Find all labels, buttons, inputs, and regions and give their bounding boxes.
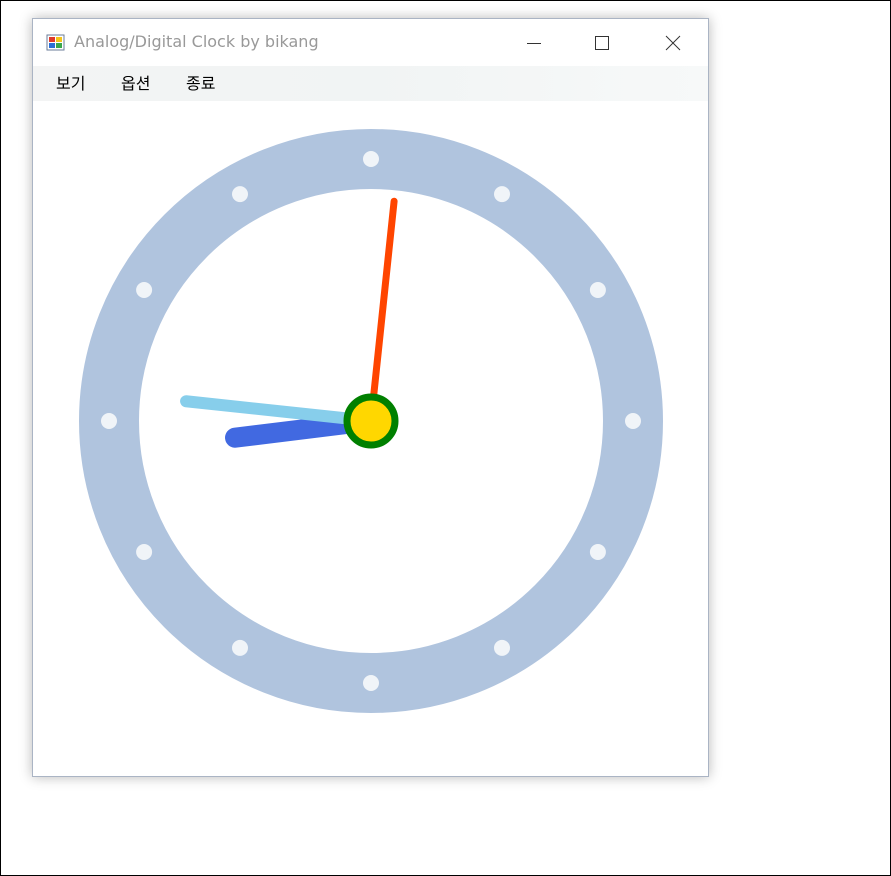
menu-view[interactable]: 보기: [54, 66, 87, 101]
clock-center-pin: [343, 393, 399, 449]
hour-marker: [589, 544, 606, 560]
second-hand: [367, 197, 398, 425]
hour-marker: [494, 639, 510, 656]
hour-marker: [232, 639, 248, 656]
window-title: Analog/Digital Clock by bikang: [74, 32, 319, 51]
hour-marker: [363, 151, 379, 167]
hour-marker: [136, 282, 153, 298]
minimize-button[interactable]: [511, 19, 557, 66]
hour-marker: [589, 282, 606, 298]
close-icon: [665, 35, 681, 50]
hour-marker: [363, 675, 379, 691]
clock-area: [33, 101, 708, 776]
maximize-button[interactable]: [579, 19, 625, 66]
close-button[interactable]: [650, 19, 696, 66]
hour-marker: [494, 186, 510, 203]
hour-marker: [232, 186, 248, 203]
windows-forms-app-icon: [46, 34, 65, 51]
maximize-icon: [595, 35, 609, 50]
menu-options[interactable]: 옵션: [119, 66, 152, 101]
title-bar[interactable]: Analog/Digital Clock by bikang: [33, 19, 708, 66]
hour-marker: [625, 413, 641, 429]
minute-hand: [180, 395, 377, 427]
menu-exit[interactable]: 종료: [184, 66, 217, 101]
menu-bar: 보기 옵션 종료: [33, 66, 708, 101]
analog-clock: [79, 129, 663, 713]
hour-marker: [101, 413, 117, 429]
minimize-icon: [527, 42, 541, 44]
clock-window: Analog/Digital Clock by bikang 보기 옵션 종료: [32, 18, 709, 777]
hour-marker: [136, 544, 153, 560]
screen-frame: Analog/Digital Clock by bikang 보기 옵션 종료: [0, 0, 891, 876]
